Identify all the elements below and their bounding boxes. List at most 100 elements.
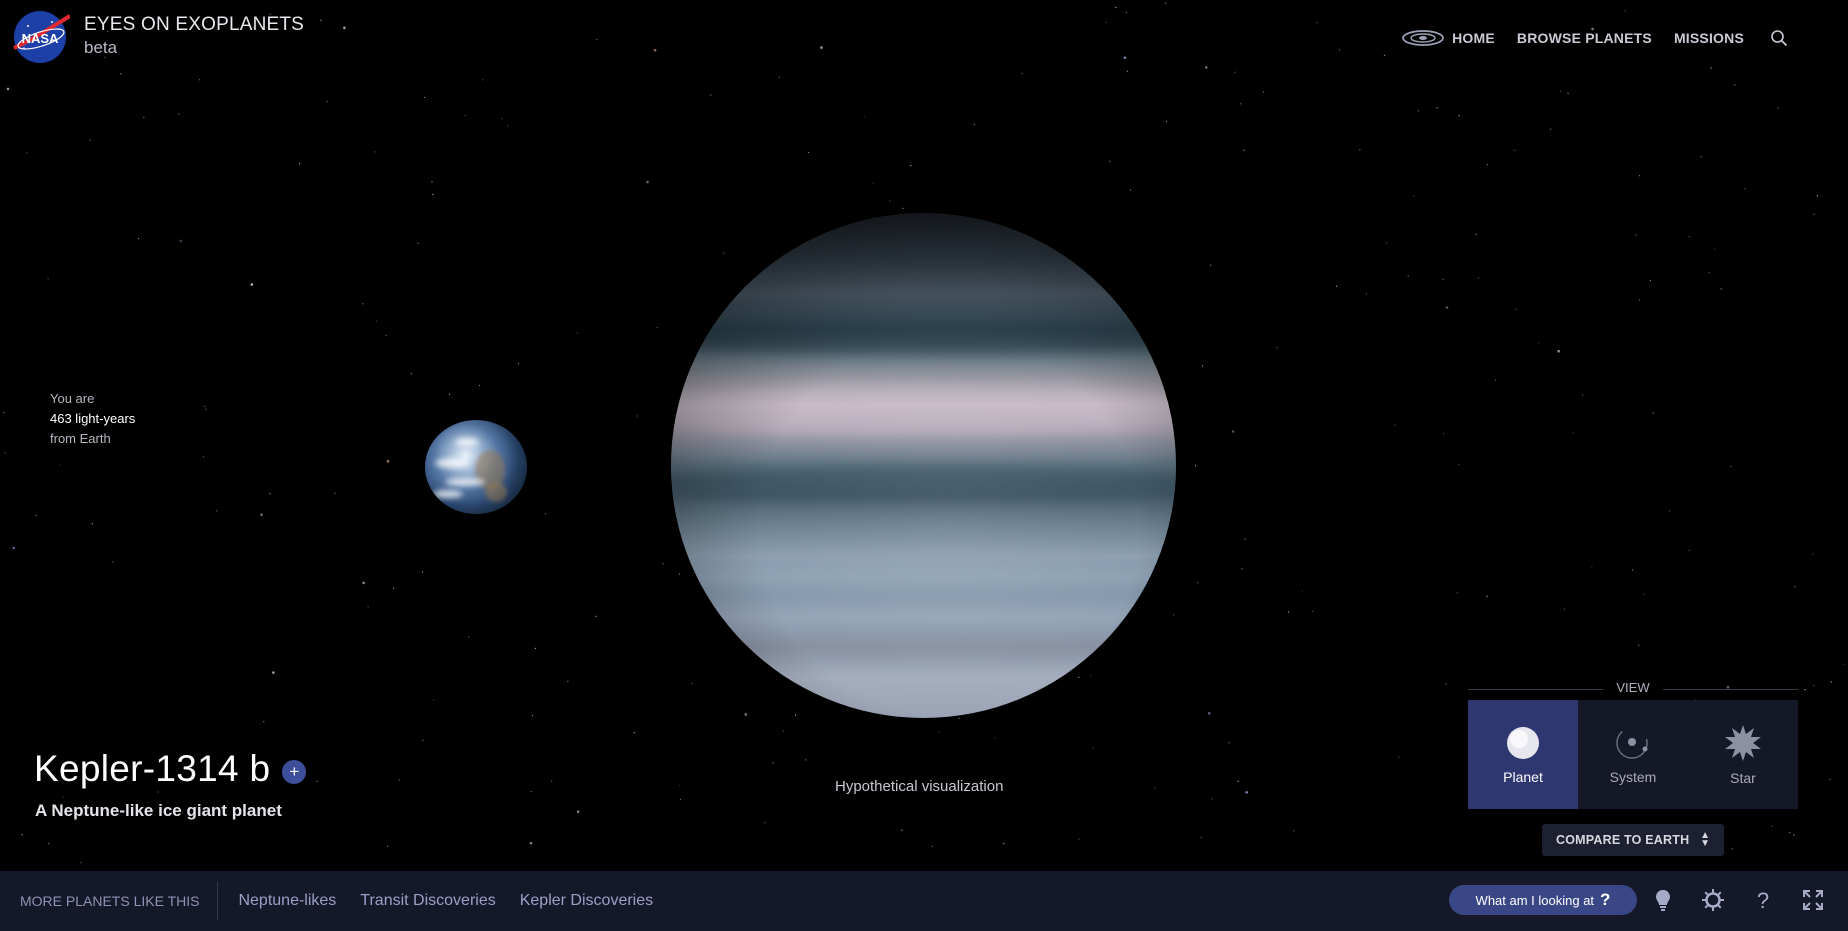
top-navigation: HOME BROWSE PLANETS MISSIONS xyxy=(1402,28,1788,48)
star-dot xyxy=(1200,836,1202,839)
view-tab-planet[interactable]: Planet xyxy=(1468,700,1578,809)
planet-visualization[interactable] xyxy=(671,213,1176,718)
star-dot xyxy=(1486,595,1488,598)
star-dot xyxy=(21,834,23,836)
star-dot xyxy=(362,581,365,585)
star-dot xyxy=(1730,465,1732,468)
link-transit-discoveries[interactable]: Transit Discoveries xyxy=(360,892,495,910)
star-dot xyxy=(1812,553,1814,555)
search-icon[interactable] xyxy=(1770,29,1788,47)
star-dot xyxy=(1477,277,1479,279)
star-dot xyxy=(653,48,657,52)
star-dot xyxy=(62,796,64,798)
galaxy-icon xyxy=(1402,30,1444,46)
star-dot xyxy=(1639,175,1641,177)
star-dot xyxy=(1475,233,1477,235)
star-dot xyxy=(958,717,960,719)
star-dot xyxy=(1514,149,1516,151)
star-dot xyxy=(433,699,435,701)
star-dot xyxy=(889,200,891,202)
gear-icon[interactable] xyxy=(1701,888,1725,912)
star-dot xyxy=(931,845,933,848)
star-dot xyxy=(198,79,201,81)
star-dot xyxy=(938,731,940,733)
distance-value: 463 light-years xyxy=(50,411,136,426)
star-dot xyxy=(1126,70,1128,72)
what-am-i-looking-at-button[interactable]: What am I looking at ? xyxy=(1449,885,1637,915)
star-dot xyxy=(1237,780,1239,783)
star-dot xyxy=(1383,54,1385,57)
star-dot xyxy=(1649,280,1651,282)
star-dot xyxy=(656,326,658,329)
add-planet-button[interactable]: + xyxy=(282,760,307,784)
star-dot xyxy=(1109,160,1111,162)
star-dot xyxy=(263,721,265,723)
star-dot xyxy=(1563,608,1566,610)
star-dot xyxy=(47,278,49,280)
nav-home-label: HOME xyxy=(1452,30,1495,46)
star-dot xyxy=(820,46,823,49)
star-dot xyxy=(376,320,378,322)
star-dot xyxy=(501,118,503,120)
star-dot xyxy=(1515,308,1517,310)
star-dot xyxy=(863,116,865,118)
view-tab-system[interactable]: System xyxy=(1578,700,1688,809)
lightbulb-icon[interactable] xyxy=(1651,888,1675,912)
planet-icon xyxy=(1507,726,1539,759)
view-tab-star[interactable]: Star xyxy=(1688,700,1798,809)
star-dot xyxy=(678,785,681,787)
star-dot xyxy=(636,415,638,417)
star-dot xyxy=(112,561,114,563)
star-dot xyxy=(120,73,122,75)
star-dot xyxy=(59,464,61,466)
star-dot xyxy=(1731,848,1733,850)
star-dot xyxy=(1211,798,1213,800)
star-dot xyxy=(1638,644,1640,646)
star-dot xyxy=(1154,787,1156,789)
header-logo[interactable]: NASA EYES ON EXOPLANETS beta xyxy=(12,10,304,64)
star-dot xyxy=(646,180,649,184)
nav-missions[interactable]: MISSIONS xyxy=(1674,30,1744,46)
nav-browse-planets[interactable]: BROWSE PLANETS xyxy=(1517,30,1652,46)
star-dot xyxy=(398,779,400,781)
star-dot xyxy=(901,829,903,831)
planet-description: A Neptune-like ice giant planet xyxy=(35,801,282,820)
star-dot xyxy=(1458,463,1460,466)
star-dot xyxy=(80,861,82,864)
star-dot xyxy=(138,238,140,240)
star-dot xyxy=(691,682,693,684)
star-dot xyxy=(782,730,784,732)
star-dot xyxy=(1843,663,1845,665)
star-dot xyxy=(1092,747,1094,749)
star-dot xyxy=(1708,272,1710,274)
star-dot xyxy=(1359,149,1361,151)
fullscreen-icon[interactable] xyxy=(1801,888,1825,912)
star-dot xyxy=(1245,791,1248,794)
more-planets-label: MORE PLANETS LIKE THIS xyxy=(20,882,219,920)
star-dot xyxy=(272,671,275,674)
compare-to-earth-select[interactable]: COMPARE TO EARTH ▲ ▼ xyxy=(1542,824,1724,856)
star-dot xyxy=(1550,128,1552,130)
star-dot xyxy=(1813,213,1815,215)
star-dot xyxy=(1165,2,1167,4)
link-neptune-likes[interactable]: Neptune-likes xyxy=(238,892,336,910)
star-dot xyxy=(1241,568,1243,570)
distance-suffix: from Earth xyxy=(50,431,111,446)
star-dot xyxy=(1442,278,1444,280)
star-dot xyxy=(1205,66,1208,69)
star-dot xyxy=(595,615,597,617)
star-dot xyxy=(795,714,797,716)
star-dot xyxy=(269,493,271,495)
star-dot xyxy=(1125,11,1128,13)
nav-home[interactable]: HOME xyxy=(1402,28,1495,48)
star-dot xyxy=(910,165,912,167)
star-dot xyxy=(1777,107,1779,109)
link-kepler-discoveries[interactable]: Kepler Discoveries xyxy=(520,892,653,910)
star-dot xyxy=(1231,430,1235,433)
star-dot xyxy=(530,790,532,793)
help-icon[interactable]: ? xyxy=(1751,888,1775,912)
star-dot xyxy=(1794,586,1796,588)
star-dot xyxy=(48,843,50,845)
star-dot xyxy=(872,182,874,184)
star-burst-icon xyxy=(1725,724,1761,761)
